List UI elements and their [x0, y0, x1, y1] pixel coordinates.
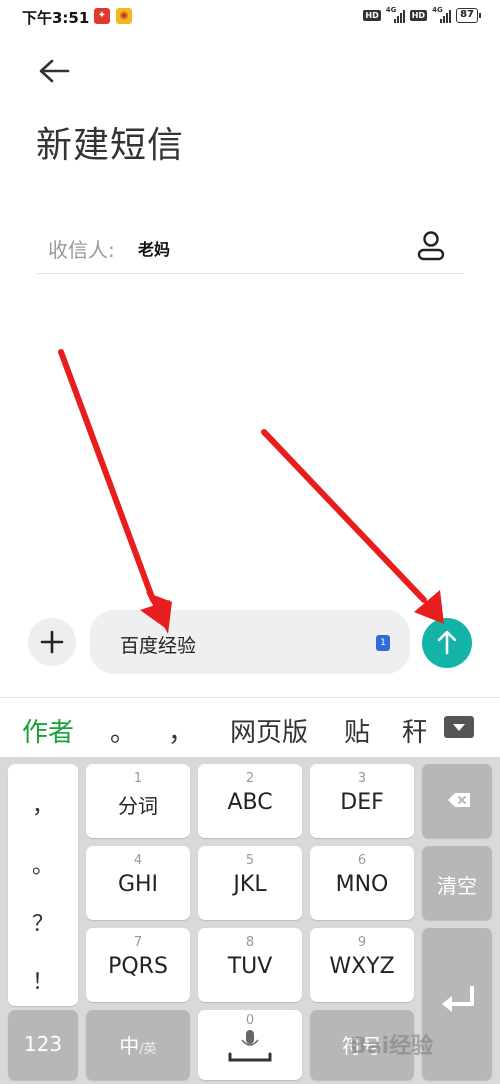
- key-1[interactable]: 1 分词: [86, 764, 190, 838]
- message-input[interactable]: 百度经验 1: [90, 610, 410, 674]
- notification-app-icon: ✦: [94, 8, 110, 24]
- candidate-item[interactable]: 作者: [22, 712, 74, 749]
- numeric-mode-button[interactable]: 123: [8, 1010, 78, 1080]
- lang-sub: /英: [139, 1042, 157, 1057]
- annotation-arrow-to-send: [261, 429, 444, 624]
- plus-icon: [40, 630, 64, 654]
- hd-voice-icon: HD: [363, 10, 381, 21]
- signal-icon-2: 4G: [432, 6, 452, 23]
- candidate-item[interactable]: ，: [168, 712, 194, 749]
- back-arrow-icon[interactable]: [36, 56, 72, 86]
- status-indicators: HD 4G HD 4G 87: [363, 6, 481, 23]
- recipient-label: 收信人:: [48, 238, 115, 262]
- key-5[interactable]: 5 JKL: [198, 846, 302, 920]
- language-switch-button[interactable]: 中/英: [86, 1010, 190, 1080]
- punct-key[interactable]: ！: [8, 964, 78, 996]
- page-title: 新建短信: [36, 125, 185, 166]
- recipient-value[interactable]: 老妈: [138, 236, 170, 260]
- battery-icon: 87: [456, 8, 481, 23]
- status-time: 下午3:51: [22, 9, 90, 27]
- hd-voice-icon-2: HD: [409, 10, 428, 21]
- watermark: Bai经验: [350, 1034, 434, 1059]
- contact-picker-icon[interactable]: [416, 230, 446, 262]
- punct-key[interactable]: 。: [8, 848, 78, 880]
- collapse-keyboard-button[interactable]: [444, 716, 474, 738]
- clear-button[interactable]: 清空: [422, 846, 492, 920]
- candidate-item[interactable]: 网页版: [230, 712, 308, 749]
- key-6[interactable]: 6 MNO: [310, 846, 414, 920]
- punctuation-column[interactable]: ， 。 ？ ！: [8, 764, 78, 1006]
- key-7[interactable]: 7 PQRS: [86, 928, 190, 1002]
- delete-button[interactable]: [422, 764, 492, 838]
- chevron-down-icon: [453, 724, 465, 731]
- space-key[interactable]: 0: [198, 1010, 302, 1080]
- candidate-item[interactable]: 贴: [344, 712, 370, 749]
- lang-main: 中: [119, 1034, 140, 1058]
- sim-card-icon[interactable]: 1: [376, 635, 390, 651]
- notification-weibo-icon: ◉: [116, 8, 132, 24]
- key-4[interactable]: 4 GHI: [86, 846, 190, 920]
- add-attachment-button[interactable]: [28, 618, 76, 666]
- backspace-icon: [448, 793, 470, 807]
- key-3[interactable]: 3 DEF: [310, 764, 414, 838]
- status-bar: 下午3:51 ✦ ◉ HD 4G HD 4G 87: [0, 0, 500, 34]
- ime-candidate-bar: 作者 。 ， 网页版 贴 秆: [0, 697, 500, 757]
- signal-icon: 4G: [386, 6, 405, 23]
- candidate-item[interactable]: 。: [110, 712, 136, 749]
- recipient-field[interactable]: 收信人: 老妈: [36, 220, 464, 274]
- key-9[interactable]: 9 WXYZ: [310, 928, 414, 1002]
- key-2[interactable]: 2 ABC: [198, 764, 302, 838]
- send-arrow-icon: [437, 630, 457, 655]
- microphone-icon: [228, 1030, 272, 1062]
- send-button[interactable]: [422, 618, 472, 668]
- annotation-arrow-to-input: [58, 349, 172, 634]
- punct-key[interactable]: ？: [8, 906, 78, 938]
- candidate-item[interactable]: 秆: [402, 712, 426, 749]
- key-8[interactable]: 8 TUV: [198, 928, 302, 1002]
- message-text: 百度经验: [120, 635, 197, 657]
- punct-key[interactable]: ，: [8, 788, 78, 820]
